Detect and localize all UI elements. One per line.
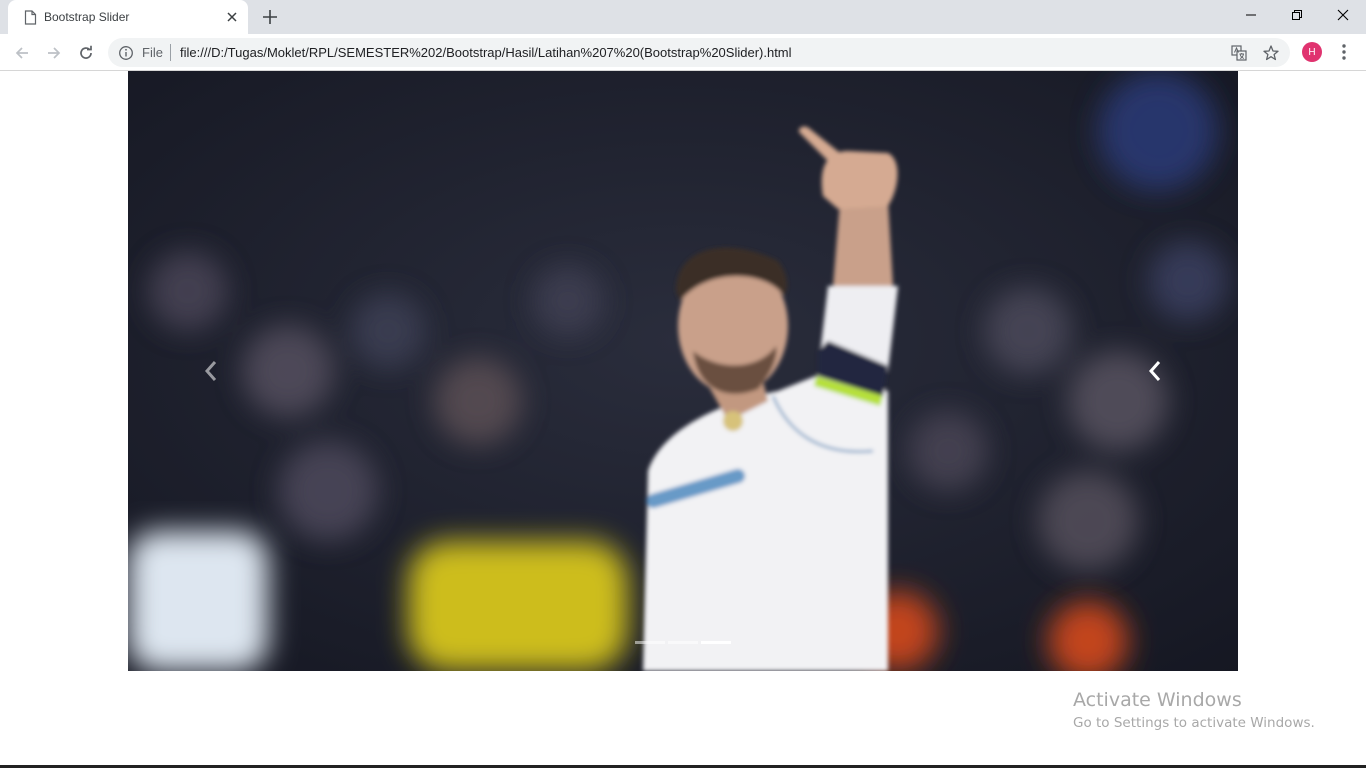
url-text[interactable]: file:///D:/Tugas/Moklet/RPL/SEMESTER%202… <box>180 45 792 60</box>
carousel-indicator-2[interactable] <box>668 641 698 644</box>
close-window-button[interactable] <box>1320 0 1366 30</box>
watermark-title: Activate Windows <box>1073 689 1242 711</box>
back-button[interactable] <box>10 41 34 65</box>
plus-icon[interactable] <box>260 7 280 27</box>
carousel-prev-button[interactable] <box>128 71 294 671</box>
carousel-indicator-3[interactable] <box>701 641 731 644</box>
kebab-menu-icon[interactable] <box>1336 42 1352 62</box>
minimize-icon <box>1246 14 1256 16</box>
minimize-button[interactable] <box>1228 0 1274 30</box>
close-icon <box>1337 9 1349 21</box>
carousel-indicator-1[interactable] <box>635 641 665 644</box>
chevron-left-icon <box>204 361 217 381</box>
tab-title: Bootstrap Slider <box>44 10 130 24</box>
restore-icon <box>1292 10 1302 20</box>
chevron-left-icon <box>1148 361 1161 381</box>
scheme-label: File <box>142 45 163 60</box>
browser-toolbar: File file:///D:/Tugas/Moklet/RPL/SEMESTE… <box>0 34 1366 71</box>
reload-button[interactable] <box>74 41 98 65</box>
address-bar[interactable]: File file:///D:/Tugas/Moklet/RPL/SEMESTE… <box>108 38 1290 67</box>
translate-icon[interactable] <box>1230 44 1248 62</box>
reload-icon <box>80 45 92 59</box>
tab-strip: Bootstrap Slider <box>0 0 1366 34</box>
carousel-next-button[interactable] <box>1072 71 1238 671</box>
avatar[interactable]: H <box>1302 42 1322 62</box>
activate-windows-watermark: Activate Windows Go to Settings to activ… <box>1073 689 1315 731</box>
omnibox-divider <box>170 44 171 61</box>
star-icon[interactable] <box>1262 44 1280 62</box>
arrow-right-icon <box>48 47 61 59</box>
browser-tab[interactable]: Bootstrap Slider <box>8 0 248 34</box>
arrow-left-icon <box>15 47 28 59</box>
carousel-indicators <box>128 641 1238 645</box>
restore-button[interactable] <box>1274 0 1320 30</box>
image-carousel <box>128 71 1238 671</box>
page-content: Activate Windows Go to Settings to activ… <box>0 71 1366 766</box>
forward-button[interactable] <box>42 41 66 65</box>
watermark-subtitle: Go to Settings to activate Windows. <box>1073 715 1315 731</box>
file-icon <box>24 10 37 25</box>
tab-close-icon[interactable] <box>224 9 240 25</box>
info-icon[interactable] <box>118 45 134 61</box>
